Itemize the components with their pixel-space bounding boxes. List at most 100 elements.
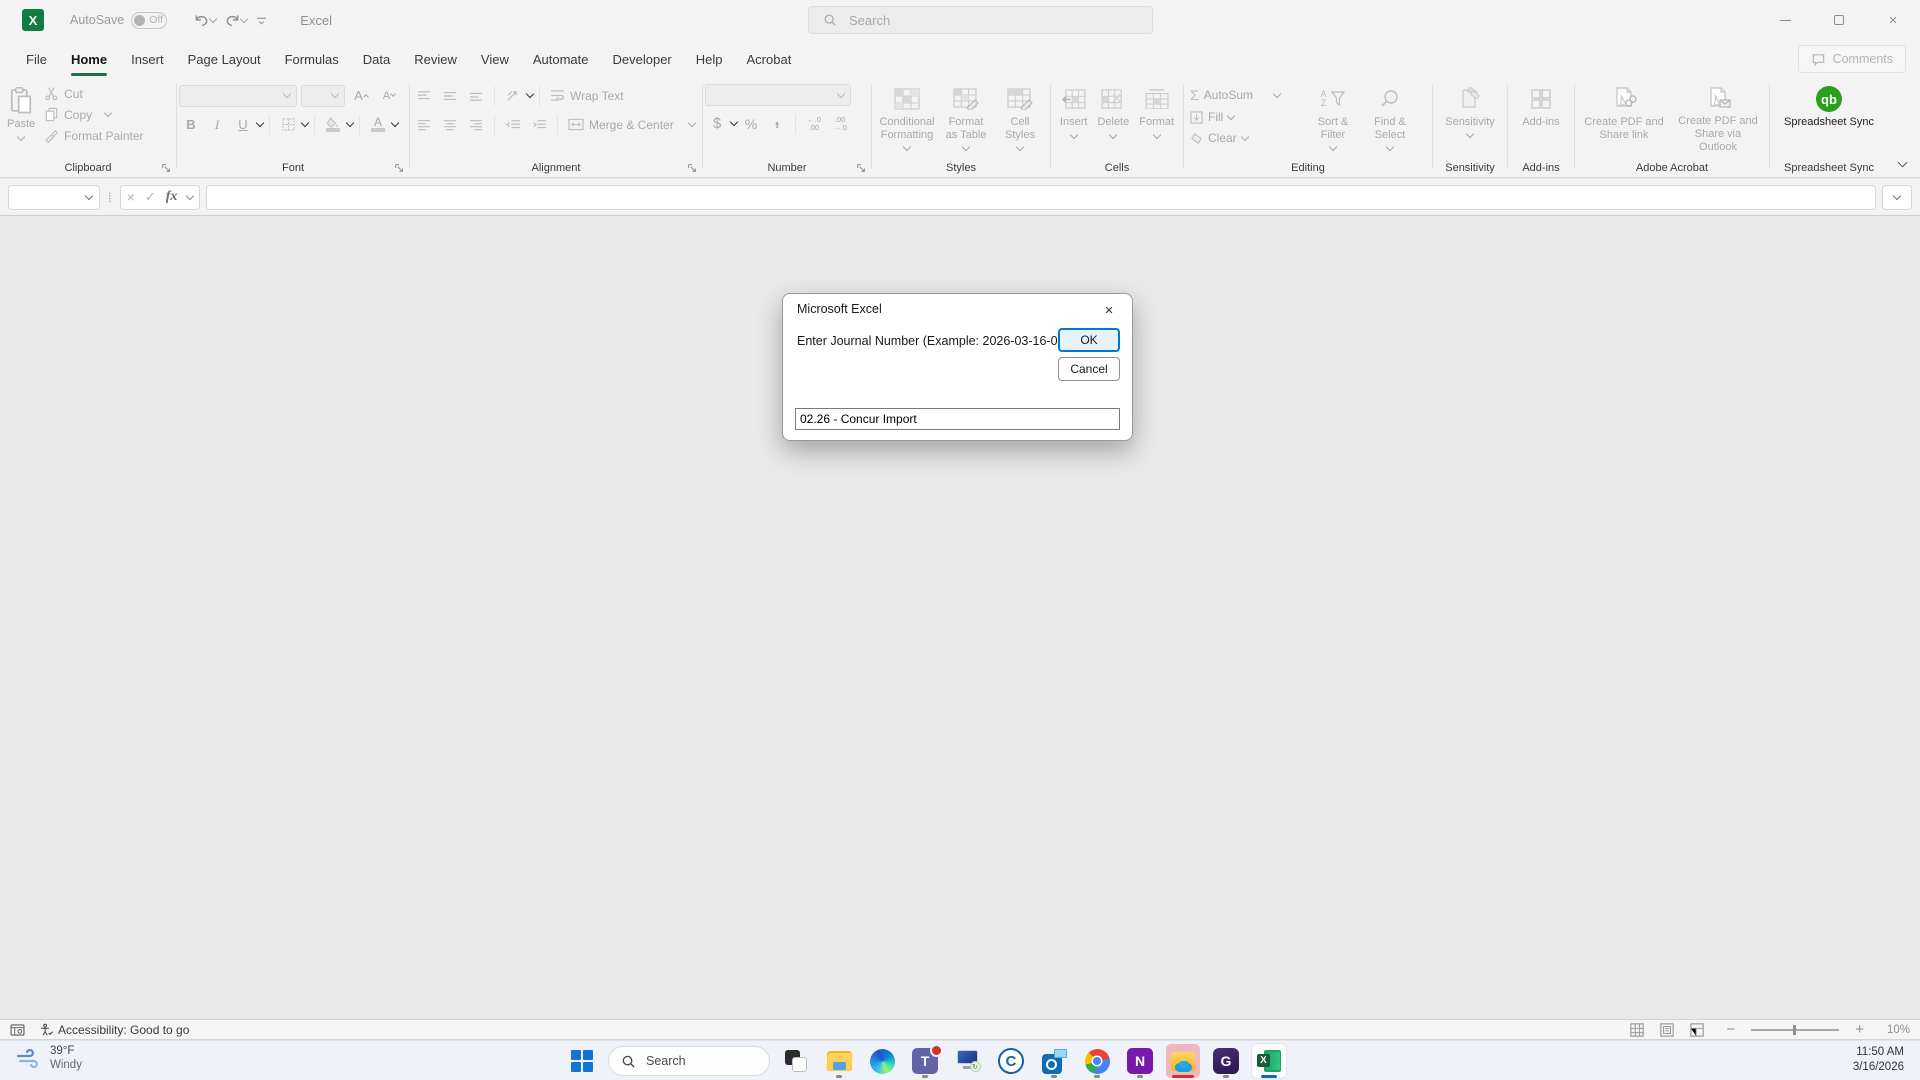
orientation-button[interactable]: [501, 84, 525, 107]
formula-enter-button[interactable]: ✓: [145, 189, 156, 205]
tab-acrobat[interactable]: Acrobat: [735, 40, 804, 78]
remote-desktop-button[interactable]: ↻: [951, 1044, 985, 1078]
align-middle-button[interactable]: [438, 84, 462, 107]
teams-button[interactable]: T: [908, 1044, 942, 1078]
orientation-dropdown[interactable]: [526, 90, 534, 98]
edge-button[interactable]: [865, 1044, 899, 1078]
clear-button[interactable]: Clear: [1186, 129, 1304, 147]
tab-help[interactable]: Help: [684, 40, 735, 78]
accessibility-status[interactable]: Accessibility: Good to go: [39, 1023, 189, 1037]
zoom-out-button[interactable]: −: [1726, 1021, 1735, 1038]
start-button[interactable]: [565, 1044, 599, 1078]
underline-button[interactable]: U: [231, 113, 255, 136]
normal-view-button[interactable]: [1630, 1023, 1644, 1037]
currency-format-button[interactable]: $: [705, 112, 729, 135]
redo-button[interactable]: [222, 10, 249, 31]
tab-developer[interactable]: Developer: [601, 40, 684, 78]
sort-filter-button[interactable]: AZ Sort & Filter: [1304, 81, 1362, 157]
minimize-button[interactable]: [1758, 0, 1812, 40]
currency-dropdown[interactable]: [730, 118, 738, 126]
close-window-button[interactable]: ×: [1866, 0, 1920, 40]
taskbar-clock[interactable]: 11:50 AM 3/16/2026: [1853, 1045, 1904, 1075]
font-dialog-launcher[interactable]: [394, 163, 404, 173]
maximize-button[interactable]: [1812, 0, 1866, 40]
tab-insert[interactable]: Insert: [119, 40, 176, 78]
insert-function-button[interactable]: fx: [166, 189, 178, 205]
align-center-button[interactable]: [438, 113, 462, 136]
percent-format-button[interactable]: %: [739, 112, 763, 135]
tab-review[interactable]: Review: [402, 40, 469, 78]
align-top-button[interactable]: [412, 84, 436, 107]
borders-button[interactable]: [276, 113, 300, 136]
zoom-in-button[interactable]: +: [1855, 1021, 1864, 1038]
page-layout-view-button[interactable]: [1660, 1023, 1674, 1037]
onenote-button[interactable]: N: [1123, 1044, 1157, 1078]
increase-indent-button[interactable]: [527, 113, 551, 136]
decrease-indent-button[interactable]: [501, 113, 525, 136]
formula-bar-grip[interactable]: ⁞: [108, 190, 112, 205]
merge-center-button[interactable]: Merge & Center: [564, 116, 699, 134]
create-pdf-share-outlook-button[interactable]: Create PDF and Share via Outlook: [1670, 81, 1766, 157]
copy-button[interactable]: Copy: [40, 105, 147, 124]
paste-button[interactable]: Paste: [2, 81, 40, 157]
page-break-view-button[interactable]: [1690, 1023, 1704, 1037]
quick-access-menu-icon[interactable]: [253, 12, 270, 29]
decrease-font-size-button[interactable]: A: [377, 84, 401, 107]
delete-cells-button[interactable]: Delete: [1092, 81, 1134, 157]
undo-button[interactable]: [191, 10, 218, 31]
autosave-toggle[interactable]: Off: [131, 12, 167, 29]
format-painter-button[interactable]: Format Painter: [40, 126, 147, 145]
autosum-button[interactable]: Σ AutoSum: [1186, 85, 1304, 105]
collapse-ribbon-button[interactable]: [1899, 155, 1906, 169]
align-bottom-button[interactable]: [464, 84, 488, 107]
tab-home[interactable]: Home: [59, 40, 119, 78]
taskbar-search[interactable]: Search: [608, 1046, 770, 1076]
format-as-table-button[interactable]: Format as Table: [938, 81, 994, 157]
bold-button[interactable]: B: [179, 113, 203, 136]
create-pdf-share-link-button[interactable]: Create PDF and Share link: [1578, 81, 1670, 157]
zoom-slider-thumb[interactable]: [1793, 1025, 1796, 1035]
underline-dropdown[interactable]: [256, 119, 264, 127]
tab-automate[interactable]: Automate: [521, 40, 601, 78]
font-name-combo[interactable]: [179, 85, 297, 107]
file-explorer-button[interactable]: [822, 1044, 856, 1078]
tab-page-layout[interactable]: Page Layout: [176, 40, 273, 78]
g-app-button[interactable]: G: [1209, 1044, 1243, 1078]
formula-bar-expand-button[interactable]: [1882, 185, 1912, 210]
font-size-combo[interactable]: [301, 85, 345, 107]
outlook-button[interactable]: [1037, 1044, 1071, 1078]
spreadsheet-sync-button[interactable]: qb Spreadsheet Sync: [1779, 81, 1879, 157]
formula-input[interactable]: [206, 185, 1876, 210]
number-dialog-launcher[interactable]: [856, 163, 866, 173]
decrease-decimal-button[interactable]: .00 →.0: [828, 112, 852, 135]
dialog-close-button[interactable]: ×: [1096, 299, 1122, 321]
excel-taskbar-button[interactable]: X: [1252, 1044, 1286, 1078]
tab-data[interactable]: Data: [351, 40, 402, 78]
clipboard-dialog-launcher[interactable]: [161, 163, 171, 173]
font-color-dropdown[interactable]: [391, 119, 399, 127]
concur-button[interactable]: C: [994, 1044, 1028, 1078]
fill-button[interactable]: Fill: [1186, 108, 1304, 126]
function-dropdown[interactable]: [186, 191, 194, 199]
wrap-text-button[interactable]: Wrap Text: [546, 87, 628, 105]
weather-widget[interactable]: 39°FWindy: [16, 1044, 82, 1072]
task-view-button[interactable]: [779, 1044, 813, 1078]
alignment-dialog-launcher[interactable]: [687, 163, 697, 173]
align-right-button[interactable]: [464, 113, 488, 136]
cancel-button[interactable]: Cancel: [1058, 357, 1120, 381]
journal-number-input[interactable]: [795, 408, 1120, 430]
formula-cancel-button[interactable]: ×: [127, 189, 135, 205]
increase-decimal-button[interactable]: ←.0 .00: [802, 112, 826, 135]
fill-color-button[interactable]: [321, 113, 345, 136]
excel-app-icon[interactable]: X: [22, 9, 44, 31]
sensitivity-button[interactable]: Sensitivity: [1440, 81, 1500, 157]
conditional-formatting-button[interactable]: Conditional Formatting: [876, 81, 938, 157]
name-box[interactable]: [8, 185, 100, 210]
zoom-level[interactable]: 10%: [1880, 1024, 1910, 1036]
macro-record-icon[interactable]: [10, 1024, 25, 1036]
onedrive-folder-button[interactable]: [1166, 1044, 1200, 1078]
insert-cells-button[interactable]: Insert: [1055, 81, 1093, 157]
number-format-combo[interactable]: [705, 84, 851, 106]
find-select-button[interactable]: Find & Select: [1362, 81, 1418, 157]
align-left-button[interactable]: [412, 113, 436, 136]
